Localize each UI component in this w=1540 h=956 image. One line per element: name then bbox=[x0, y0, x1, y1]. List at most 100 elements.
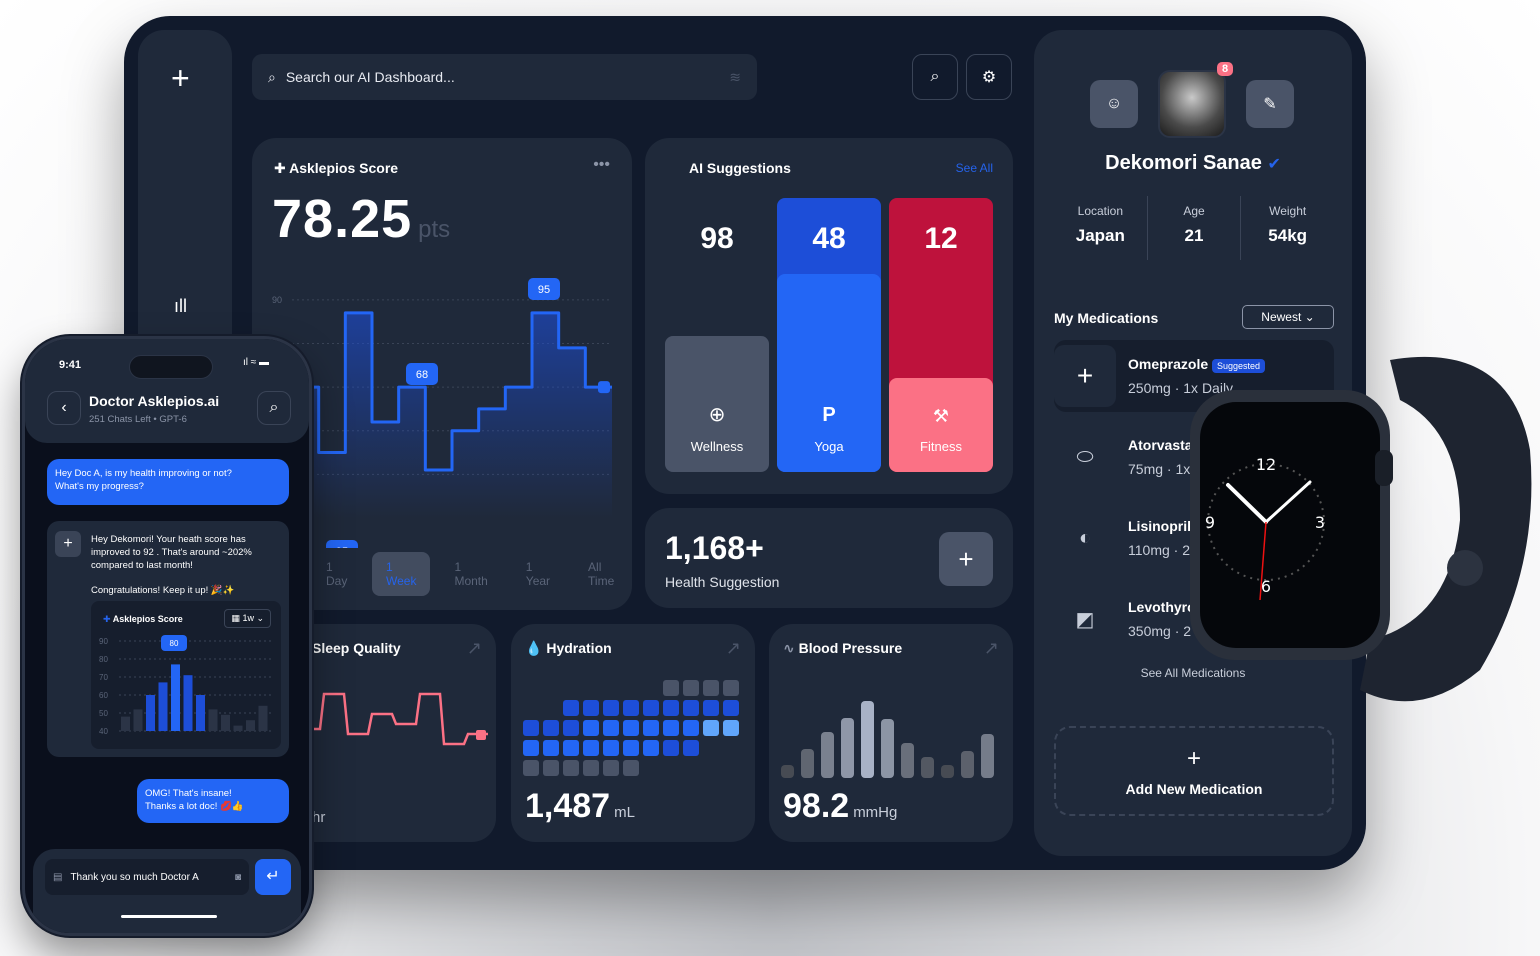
score-endpoint bbox=[598, 381, 610, 394]
hydration-cell bbox=[623, 740, 639, 756]
hydration-cell bbox=[643, 700, 659, 716]
mini-chart-title: Asklepios Score bbox=[112, 614, 183, 624]
medication-dose: 110mg bbox=[1128, 542, 1170, 558]
time-range-tabs: 1 Day 1 Week 1 Month 1 Year All Time bbox=[312, 552, 632, 596]
gear-icon: ⚙ bbox=[981, 69, 997, 86]
voice-icon[interactable]: ≋ bbox=[729, 69, 741, 86]
health-suggestion-count: 1,168+ bbox=[665, 530, 764, 566]
chat-search-button[interactable]: ⌕ bbox=[257, 391, 291, 425]
card-title: Blood Pressure bbox=[798, 640, 903, 656]
hydration-cell bbox=[683, 760, 699, 776]
sort-dropdown[interactable]: Newest ⌄ bbox=[1242, 305, 1334, 329]
bp-bar bbox=[921, 757, 934, 778]
arrow-up-right-icon[interactable]: ↗ bbox=[984, 638, 999, 659]
add-medication-button[interactable]: + Add New Medication bbox=[1054, 726, 1334, 816]
mini-bar bbox=[208, 709, 218, 731]
y-tick: 50 bbox=[99, 709, 108, 718]
send-button[interactable]: ↵ bbox=[255, 859, 291, 895]
arrow-up-right-icon[interactable]: ↗ bbox=[726, 638, 741, 659]
bot-avatar-icon: + bbox=[55, 531, 81, 557]
health-suggestion-card: 1,168+ Health Suggestion + bbox=[645, 508, 1013, 608]
arrow-up-right-icon[interactable]: ↗ bbox=[467, 638, 482, 659]
score-unit: pts bbox=[418, 216, 451, 243]
hydration-cell bbox=[683, 680, 699, 696]
mini-bar bbox=[121, 716, 130, 731]
avatar[interactable] bbox=[1158, 70, 1226, 138]
add-suggestion-button[interactable]: + bbox=[939, 532, 993, 586]
edit-icon: ✎ bbox=[1263, 96, 1277, 113]
hydration-cell bbox=[603, 740, 619, 756]
hydration-card[interactable]: 💧 Hydration ↗ 1,487 mL bbox=[511, 624, 755, 842]
tab-1-month[interactable]: 1 Month bbox=[440, 552, 501, 596]
hydration-cell bbox=[563, 760, 579, 776]
y-tick: 80 bbox=[99, 655, 108, 664]
blood-pressure-value: 98.2 bbox=[783, 787, 850, 825]
home-indicator bbox=[121, 915, 217, 918]
message-input[interactable]: ▤ Thank you so much Doctor A ◙ bbox=[45, 859, 249, 895]
hydration-cell bbox=[623, 680, 639, 696]
tab-1-year[interactable]: 1 Year bbox=[512, 552, 564, 596]
chat-subtitle: 251 Chats Left • GPT-6 bbox=[89, 414, 187, 425]
hydration-cell bbox=[523, 680, 539, 696]
blood-pressure-bars bbox=[781, 694, 1001, 778]
callout-label: 95 bbox=[336, 546, 348, 548]
edit-button[interactable]: ✎ bbox=[1246, 80, 1294, 128]
chart-icon[interactable]: ıll bbox=[174, 296, 187, 317]
see-all-link[interactable]: See All bbox=[956, 161, 993, 175]
range-dropdown[interactable]: ▦ 1w ⌄ bbox=[224, 609, 271, 628]
tab-1-week[interactable]: 1 Week bbox=[372, 552, 431, 596]
yoga-icon: P bbox=[822, 404, 836, 426]
hydration-cell bbox=[663, 740, 679, 756]
search-input[interactable]: Search our AI Dashboard... bbox=[286, 69, 455, 85]
suggestion-fitness[interactable]: 12 ⚒ Fitness bbox=[889, 198, 993, 472]
more-icon[interactable]: ••• bbox=[593, 156, 610, 174]
camera-icon[interactable]: ◙ bbox=[235, 872, 241, 883]
pill-icon: ◐ bbox=[1078, 526, 1092, 549]
logo-cross-icon[interactable]: + bbox=[171, 60, 190, 97]
message-input-value[interactable]: Thank you so much Doctor A bbox=[70, 872, 198, 883]
bot-message: + Hey Dekomori! Your heath score has imp… bbox=[47, 521, 289, 757]
hydration-cell bbox=[603, 760, 619, 776]
suggestion-yoga[interactable]: 48 P Yoga bbox=[777, 198, 881, 472]
sleep-unit: hr bbox=[312, 809, 326, 826]
medication-dose: 350mg bbox=[1128, 623, 1171, 639]
y-tick: 40 bbox=[99, 727, 108, 736]
hydration-cell bbox=[563, 680, 579, 696]
head-plus-icon: ⊕ bbox=[708, 404, 726, 426]
hydration-cell bbox=[703, 700, 719, 716]
hydration-cell bbox=[643, 680, 659, 696]
settings-button[interactable]: ⚙ bbox=[966, 54, 1012, 100]
back-button[interactable]: ‹ bbox=[47, 391, 81, 425]
search-bar[interactable]: ⌕ Search our AI Dashboard... ≋ bbox=[252, 54, 757, 100]
tab-all-time[interactable]: All Time bbox=[574, 552, 632, 596]
callout-label: 80 bbox=[170, 639, 179, 648]
search-button[interactable]: ⌕ bbox=[912, 54, 958, 100]
card-title: Asklepios Score bbox=[289, 160, 399, 176]
hydration-value: 1,487 bbox=[525, 787, 611, 825]
tab-1-day[interactable]: 1 Day bbox=[312, 552, 362, 596]
hydration-cell bbox=[523, 720, 539, 736]
blood-pressure-card[interactable]: ∿ Blood Pressure ↗ 98.2 mmHg bbox=[769, 624, 1013, 842]
hydration-grid bbox=[523, 680, 743, 780]
mini-bar bbox=[133, 709, 143, 731]
emoji-button[interactable]: ☺ bbox=[1090, 80, 1138, 128]
mini-score-chart: ✚ Asklepios Score ▦ 1w ⌄ 90 80 70 60 50 40 80 bbox=[91, 601, 281, 749]
message-text: OMG! That's insane! Thanks a lot doc! 💋👍 bbox=[145, 788, 244, 812]
hydration-cell bbox=[543, 760, 559, 776]
suggestion-wellness[interactable]: 98 ⊕ Wellness bbox=[665, 198, 769, 472]
hydration-cell bbox=[703, 760, 719, 776]
health-suggestion-label: Health Suggestion bbox=[665, 574, 780, 590]
hydration-cell bbox=[703, 740, 719, 756]
blood-pressure-unit: mmHg bbox=[853, 804, 898, 821]
mini-bar bbox=[158, 682, 168, 731]
hydration-cell bbox=[703, 720, 719, 736]
bp-bar bbox=[941, 765, 954, 778]
search-icon: ⌕ bbox=[930, 68, 940, 85]
hydration-cell bbox=[563, 740, 579, 756]
stat-label: Age bbox=[1183, 204, 1205, 218]
stat-value: 54kg bbox=[1268, 226, 1308, 245]
mini-bar bbox=[258, 705, 268, 731]
stat-age: Age 21 bbox=[1148, 196, 1242, 260]
plus-icon: ✚ bbox=[103, 614, 113, 624]
hydration-cell bbox=[723, 720, 739, 736]
